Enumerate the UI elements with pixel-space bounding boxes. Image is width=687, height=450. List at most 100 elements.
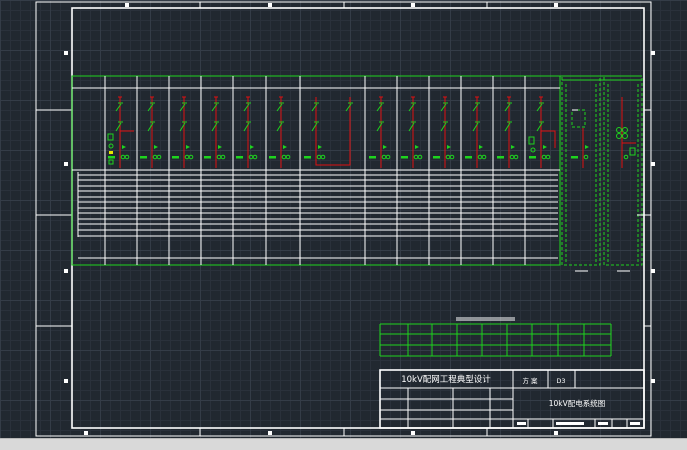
arrow-symbol bbox=[218, 145, 222, 149]
feeder-label-mark bbox=[529, 156, 536, 159]
feeder-label-mark bbox=[465, 156, 472, 159]
frame-marker bbox=[651, 269, 655, 273]
system-schematic bbox=[71, 75, 644, 272]
frame-marker bbox=[64, 269, 68, 273]
current-transformer-symbol bbox=[320, 154, 326, 160]
current-transformer-symbol bbox=[252, 154, 258, 160]
arrow-symbol bbox=[383, 145, 387, 149]
horizontal-scrollbar[interactable] bbox=[0, 438, 687, 450]
current-transformer-symbol bbox=[248, 154, 254, 160]
metering-transformer-symbol bbox=[622, 133, 628, 139]
feeder-label-mark bbox=[571, 156, 578, 159]
arrow-symbol bbox=[543, 145, 547, 149]
current-transformer-symbol bbox=[216, 154, 222, 160]
current-transformer-symbol bbox=[220, 154, 226, 160]
frame-marker bbox=[554, 431, 558, 435]
indicator-mark bbox=[109, 151, 113, 154]
arrow-symbol bbox=[186, 145, 190, 149]
bus-tie-red-line bbox=[315, 97, 351, 166]
incoming-cabinet-box bbox=[561, 75, 601, 266]
scheme-value: D3 bbox=[556, 377, 565, 385]
current-transformer-symbol bbox=[413, 154, 419, 160]
metering-transformer-symbol bbox=[616, 127, 622, 133]
current-transformer-symbol bbox=[124, 154, 130, 160]
current-transformer-symbol bbox=[545, 154, 551, 160]
current-transformer-symbol bbox=[481, 154, 487, 160]
illegible-text-mark bbox=[556, 422, 584, 425]
arrow-symbol bbox=[415, 145, 419, 149]
current-transformer-symbol bbox=[509, 154, 515, 160]
fuse-symbol bbox=[107, 133, 114, 141]
scheme-label: 方 案 bbox=[522, 376, 538, 385]
feeder-label-mark bbox=[369, 156, 376, 159]
current-transformer-symbol bbox=[188, 154, 194, 160]
frame-marker bbox=[651, 379, 655, 383]
illegible-text-mark bbox=[517, 422, 526, 425]
frame-marker bbox=[268, 3, 272, 7]
current-transformer-symbol bbox=[417, 154, 423, 160]
arrow-symbol bbox=[447, 145, 451, 149]
title-block: 10kV配网工程典型设计 方 案 D3 10kV配电系统图 bbox=[379, 369, 645, 429]
fuse-symbol bbox=[528, 136, 535, 145]
current-transformer-symbol bbox=[381, 154, 387, 160]
inner-border bbox=[71, 7, 645, 429]
feeder-label-mark bbox=[236, 156, 243, 159]
frame-marker bbox=[554, 3, 558, 7]
current-transformer-symbol bbox=[281, 154, 287, 160]
illegible-text-mark bbox=[630, 422, 640, 425]
frame-marker bbox=[411, 3, 415, 7]
arrow-symbol bbox=[585, 145, 589, 149]
current-transformer-symbol bbox=[449, 154, 455, 160]
model-space-viewport[interactable]: 10kV配网工程典型设计 方 案 D3 10kV配电系统图 bbox=[0, 0, 687, 438]
frame-marker bbox=[64, 162, 68, 166]
pt-symbol bbox=[530, 147, 536, 153]
metering-transformer-symbol bbox=[622, 127, 628, 133]
feeder-label-mark bbox=[497, 156, 504, 159]
metering-transformer-symbol bbox=[616, 133, 622, 139]
frame-marker bbox=[651, 162, 655, 166]
current-transformer-symbol bbox=[385, 154, 391, 160]
frame-marker bbox=[411, 431, 415, 435]
current-transformer-symbol bbox=[583, 154, 589, 160]
feeder-label-mark bbox=[433, 156, 440, 159]
arrow-symbol bbox=[318, 145, 322, 149]
feeder-circuits bbox=[107, 96, 636, 168]
current-transformer-symbol bbox=[623, 154, 629, 160]
feeder-label-mark bbox=[140, 156, 147, 159]
current-transformer-symbol bbox=[445, 154, 451, 160]
current-transformer-symbol bbox=[120, 154, 126, 160]
feeder-label-mark bbox=[172, 156, 179, 159]
feeder-label-mark bbox=[269, 156, 276, 159]
current-transformer-symbol bbox=[285, 154, 291, 160]
frame-marker bbox=[64, 51, 68, 55]
metering-cabinet-box bbox=[603, 75, 643, 266]
current-transformer-symbol bbox=[184, 154, 190, 160]
arrow-symbol bbox=[511, 145, 515, 149]
fuse-symbol bbox=[629, 147, 636, 156]
arrow-symbol bbox=[479, 145, 483, 149]
material-table bbox=[379, 317, 612, 357]
pt-symbol bbox=[108, 143, 114, 149]
arrow-symbol bbox=[250, 145, 254, 149]
feeder-label-mark bbox=[204, 156, 211, 159]
ground-symbol bbox=[108, 159, 114, 165]
drawing-canvas[interactable]: 10kV配网工程典型设计 方 案 D3 10kV配电系统图 bbox=[0, 0, 687, 438]
current-transformer-symbol bbox=[156, 154, 162, 160]
drawing-name: 10kV配电系统图 bbox=[549, 398, 606, 408]
current-transformer-symbol bbox=[541, 154, 547, 160]
cad-application: 10kV配网工程典型设计 方 案 D3 10kV配电系统图 bbox=[0, 0, 687, 450]
current-transformer-symbol bbox=[513, 154, 519, 160]
arrow-symbol bbox=[122, 145, 126, 149]
current-transformer-symbol bbox=[316, 154, 322, 160]
arrow-symbol bbox=[154, 145, 158, 149]
project-title: 10kV配网工程典型设计 bbox=[401, 374, 491, 385]
frame-marker bbox=[84, 431, 88, 435]
frame-marker bbox=[268, 431, 272, 435]
arrow-symbol bbox=[283, 145, 287, 149]
current-transformer-symbol bbox=[477, 154, 483, 160]
feeder-label-mark bbox=[401, 156, 408, 159]
illegible-text-mark bbox=[598, 422, 608, 425]
dashed-device-box bbox=[571, 109, 586, 128]
current-transformer-symbol bbox=[152, 154, 158, 160]
frame-marker bbox=[651, 51, 655, 55]
